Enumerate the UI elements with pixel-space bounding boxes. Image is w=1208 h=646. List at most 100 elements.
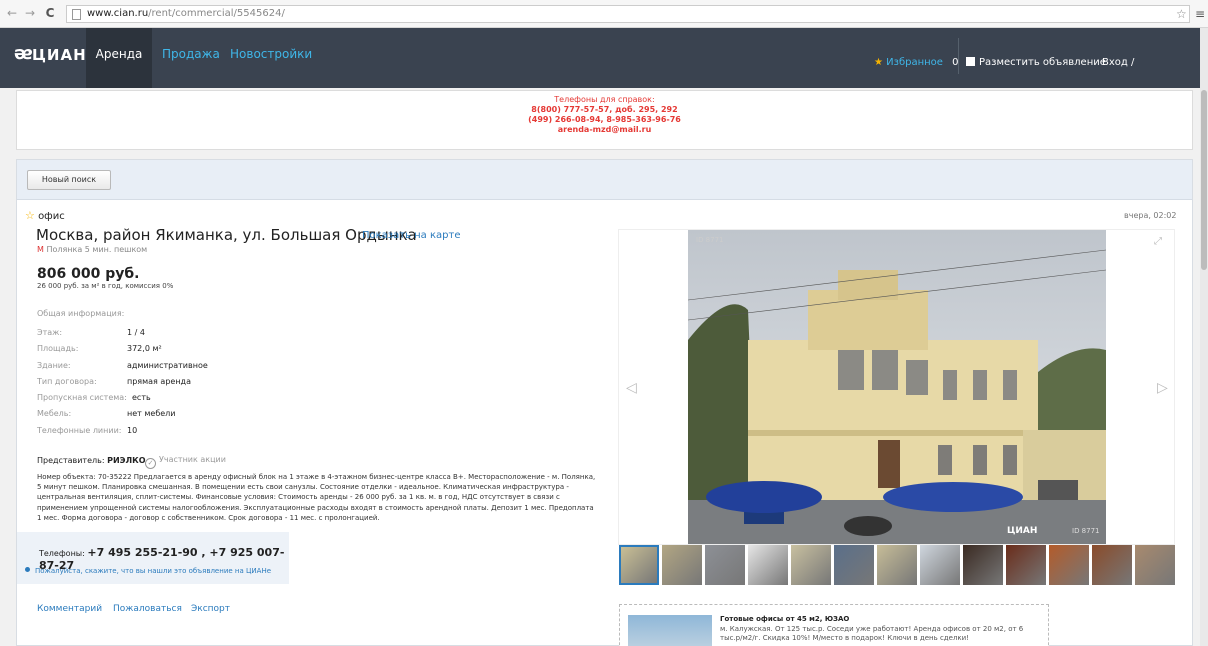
thumbnail-strip: [619, 545, 1175, 587]
info-value: есть: [132, 393, 151, 402]
star-icon: ★: [874, 57, 883, 68]
fullscreen-icon[interactable]: ⤢: [1154, 236, 1162, 247]
info-key: Пропускная система:: [37, 393, 127, 402]
ad-title[interactable]: Готовые офисы от 45 м2, ЮЗАО: [720, 615, 849, 623]
building-photo: [688, 230, 1106, 544]
header-divider: [958, 38, 959, 74]
page: ← → C www.cian.ru/rent/commercial/554562…: [0, 0, 1208, 646]
site-header: ᴂ ЦИАН Аренда Продажа Новостройки ★ Избр…: [0, 28, 1200, 138]
offer-description: Номер объекта: 70-35222 Предлагается в а…: [37, 473, 596, 522]
back-icon[interactable]: ←: [4, 5, 20, 21]
bullet-icon: [25, 567, 30, 572]
mention-cian-note: Пожалуйста, скажите, что вы нашли это об…: [25, 567, 271, 575]
watermark-logo: ЦИАН: [1007, 526, 1038, 536]
logo-mark-icon: ᴂ: [14, 43, 34, 64]
photo-thumbnail[interactable]: [1049, 545, 1089, 585]
show-on-map-link[interactable]: Показать на карте: [362, 230, 461, 241]
reload-icon[interactable]: C: [42, 5, 58, 21]
post-ad-icon: [966, 57, 975, 66]
favorites-label: Избранное: [886, 57, 943, 68]
info-header: Общая информация:: [37, 309, 125, 318]
url-domain: www.cian.ru: [87, 8, 149, 19]
info-key: Этаж:: [37, 328, 63, 337]
mention-cian-text: Пожалуйста, скажите, что вы нашли это об…: [35, 567, 272, 575]
metro-icon: М: [37, 245, 44, 254]
photo-thumbnail[interactable]: [920, 545, 960, 585]
new-search-button[interactable]: Новый поиск: [27, 170, 111, 190]
photo-thumbnail[interactable]: [834, 545, 874, 585]
complain-link[interactable]: Пожаловаться: [113, 604, 182, 614]
info-value: 10: [127, 426, 138, 435]
photo-thumbnail[interactable]: [877, 545, 917, 585]
partner-label: Участник акции: [159, 455, 226, 464]
photo-thumbnail[interactable]: [963, 545, 1003, 585]
browser-menu-icon[interactable]: ≡: [1195, 7, 1205, 21]
post-ad-link[interactable]: Разместить объявление: [966, 28, 1106, 98]
ad-image[interactable]: [628, 615, 712, 646]
banner-phone-1: 8(800) 777-57-57, доб. 295, 292: [531, 105, 678, 114]
watermark-id: ID 8771: [1072, 527, 1100, 535]
offer-card: Новый поиск ☆ офис вчера, 02:02 Москва, …: [16, 159, 1193, 646]
tab-rent[interactable]: Аренда: [86, 28, 152, 88]
partner-badge[interactable]: ✓ Участник акции: [145, 455, 226, 469]
scrollbar-thumb[interactable]: [1201, 90, 1207, 270]
search-bar: Новый поиск: [17, 160, 1192, 200]
info-key: Здание:: [37, 361, 71, 370]
representative-name[interactable]: РИЭЛКО: [107, 456, 145, 465]
photo-thumbnail[interactable]: [705, 545, 745, 585]
info-key: Мебель:: [37, 409, 72, 418]
price: 806 000 руб.: [37, 266, 140, 282]
tab-sale[interactable]: Продажа: [162, 28, 220, 80]
info-value: 372,0 м²: [127, 344, 162, 353]
phone-box: Телефоны: +7 495 255-21-90 , +7 925 007-…: [17, 532, 289, 584]
photo-thumbnail[interactable]: [1092, 545, 1132, 585]
banner-title: Телефоны для справок:: [554, 95, 655, 104]
info-value: административное: [127, 361, 208, 370]
representative-label: Представитель:: [37, 456, 105, 465]
post-ad-label: Разместить объявление: [979, 57, 1106, 68]
info-key: Телефонные линии:: [37, 426, 122, 435]
export-link[interactable]: Экспорт: [191, 604, 230, 614]
ad-text: м. Калужская. От 125 тыс.р. Соседи уже р…: [720, 625, 1024, 642]
ad-block[interactable]: Готовые офисы от 45 м2, ЮЗАО м. Калужска…: [619, 604, 1049, 646]
photo-thumbnail[interactable]: [619, 545, 659, 585]
forward-icon[interactable]: →: [22, 5, 38, 21]
offer-date: вчера, 02:02: [1124, 211, 1177, 220]
banner-phone-2: (499) 266-08-94, 8-985-363-96-76: [528, 115, 681, 124]
browser-toolbar: ← → C www.cian.ru/rent/commercial/554562…: [0, 0, 1208, 28]
comment-link[interactable]: Комментарий: [37, 604, 102, 614]
main-photo[interactable]: ID 8771 ЦИАН ID 8771: [688, 230, 1106, 544]
address-bar[interactable]: www.cian.ru/rent/commercial/5545624/: [66, 5, 1190, 23]
metro-info: М Полянка 5 мин. пешком: [37, 245, 147, 254]
url-path: /rent/commercial/5545624/: [148, 8, 285, 19]
price-note: 26 000 руб. за м² в год, комиссия 0%: [37, 282, 174, 290]
photo-thumbnail[interactable]: [662, 545, 702, 585]
photo-thumbnail[interactable]: [791, 545, 831, 585]
offer-type: ☆ офис: [25, 209, 65, 222]
photo-gallery: ◁ ▷ ⤢ ID 8771 ЦИАН ID 8771: [618, 229, 1175, 545]
phones-label: Телефоны:: [39, 549, 85, 558]
next-photo-icon[interactable]: ▷: [1157, 380, 1168, 396]
offer-address: Москва, район Якиманка, ул. Большая Орды…: [36, 226, 417, 244]
bookmark-star-icon[interactable]: ☆: [1176, 7, 1187, 21]
info-value: нет мебели: [127, 409, 176, 418]
photo-thumbnail[interactable]: [748, 545, 788, 585]
info-key: Площадь:: [37, 344, 79, 353]
logo[interactable]: ᴂ ЦИАН: [14, 42, 86, 68]
photo-thumbnail[interactable]: [1135, 545, 1175, 585]
tab-new-buildings[interactable]: Новостройки: [230, 28, 312, 80]
photo-id-label: ID 8771: [696, 236, 724, 244]
photo-thumbnail[interactable]: [1006, 545, 1046, 585]
favorite-star-icon[interactable]: ☆: [25, 209, 35, 222]
metro-text: Полянка 5 мин. пешком: [46, 245, 148, 254]
banner-email[interactable]: arenda-mzd@mail.ru: [17, 125, 1192, 135]
logo-text: ЦИАН: [32, 46, 87, 64]
info-value: прямая аренда: [127, 377, 191, 386]
representative: Представитель: РИЭЛКО: [37, 456, 146, 465]
contact-banner: Телефоны для справок: 8(800) 777-57-57, …: [16, 90, 1193, 150]
info-key: Тип договора:: [37, 377, 97, 386]
favorites-link[interactable]: ★ Избранное 0: [874, 28, 959, 98]
prev-photo-icon[interactable]: ◁: [626, 380, 637, 396]
offer-type-label: офис: [38, 211, 65, 222]
info-value: 1 / 4: [127, 328, 145, 337]
